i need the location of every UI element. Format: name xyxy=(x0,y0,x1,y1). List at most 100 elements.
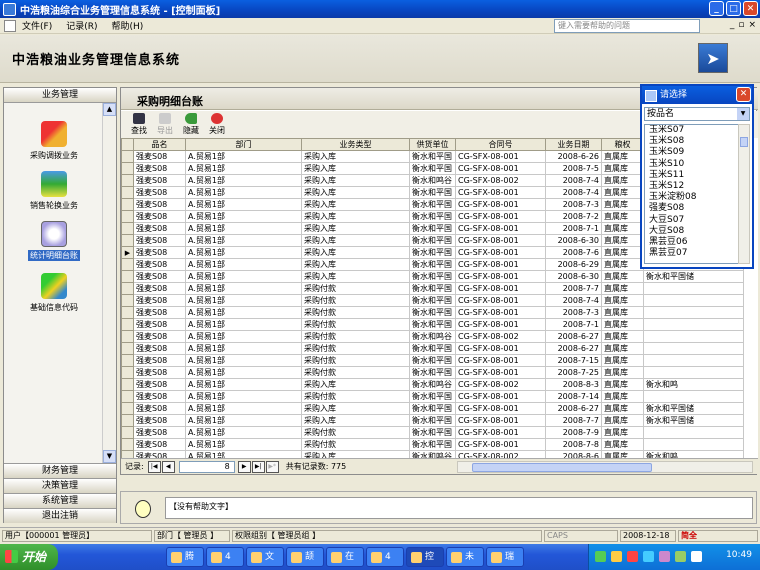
sidebar-finance[interactable]: 财务管理 xyxy=(4,463,116,478)
table-cell[interactable]: 直属库 xyxy=(601,354,644,367)
table-cell[interactable]: 2008-7-3 xyxy=(545,306,602,319)
table-cell[interactable]: 2008-8-6 xyxy=(545,450,602,458)
table-cell[interactable]: CG-SFX-08-001 xyxy=(455,210,546,223)
table-cell[interactable]: 直属库 xyxy=(601,222,644,235)
table-cell[interactable]: 衡水和平国 xyxy=(409,222,456,235)
table-cell[interactable]: 直属库 xyxy=(601,450,644,458)
taskbar-item[interactable]: 文 xyxy=(246,547,284,567)
table-cell[interactable]: 2008-8-3 xyxy=(545,378,602,391)
prev-record-button[interactable]: ◀ xyxy=(161,460,175,473)
table-cell[interactable] xyxy=(643,354,744,367)
table-row[interactable]: 强麦S08 A.贸易1部 采购入库 衡水和鸣谷 CG-SFX-08-002 2008-8-… xyxy=(121,378,744,391)
table-cell[interactable]: 直属库 xyxy=(601,402,644,415)
menu-help[interactable]: 帮助(H) xyxy=(111,19,143,32)
table-cell[interactable]: A.贸易1部 xyxy=(185,294,302,307)
table-cell[interactable]: A.贸易1部 xyxy=(185,354,302,367)
taskbar-item[interactable]: 4 xyxy=(206,547,244,567)
table-cell[interactable]: A.贸易1部 xyxy=(185,246,302,259)
table-row[interactable]: 强麦S08 A.贸易1部 采购付款 衡水和平国 CG-SFX-08-001 2008-6-… xyxy=(121,342,744,355)
taskbar-item-active[interactable]: 控 xyxy=(406,547,444,567)
taskbar-item[interactable]: 颉 xyxy=(286,547,324,567)
sidebar-scrollbar[interactable]: ▲ ▼ xyxy=(102,103,116,463)
table-cell[interactable]: 强麦S08 xyxy=(133,282,186,295)
table-cell[interactable]: CG-SFX-08-001 xyxy=(455,318,546,331)
table-cell[interactable]: 2008-7-1 xyxy=(545,318,602,331)
table-cell[interactable]: 衡水和平国 xyxy=(409,342,456,355)
table-cell[interactable]: 衡水和鸣谷 xyxy=(409,330,456,343)
table-cell[interactable]: A.贸易1部 xyxy=(185,198,302,211)
table-cell[interactable]: 强麦S08 xyxy=(133,378,186,391)
table-cell[interactable]: CG-SFX-08-001 xyxy=(455,426,546,439)
table-cell[interactable]: CG-SFX-08-001 xyxy=(455,402,546,415)
table-cell[interactable]: 2008-7-8 xyxy=(545,438,602,451)
table-cell[interactable]: 直属库 xyxy=(601,414,644,427)
table-cell[interactable]: 直属库 xyxy=(601,318,644,331)
row-selector[interactable] xyxy=(121,378,134,391)
table-cell[interactable]: A.贸易1部 xyxy=(185,186,302,199)
table-cell[interactable]: 直属库 xyxy=(601,258,644,271)
table-cell[interactable] xyxy=(643,282,744,295)
table-cell[interactable]: 直属库 xyxy=(601,270,644,283)
close-button[interactable]: 关闭 xyxy=(205,111,229,138)
row-selector[interactable] xyxy=(121,174,134,187)
table-cell[interactable] xyxy=(643,366,744,379)
table-cell[interactable]: 采购入库 xyxy=(301,162,410,175)
row-selector[interactable] xyxy=(121,306,134,319)
table-cell[interactable]: 强麦S08 xyxy=(133,222,186,235)
table-cell[interactable]: 采购付款 xyxy=(301,318,410,331)
table-cell[interactable]: A.贸易1部 xyxy=(185,402,302,415)
table-cell[interactable]: 强麦S08 xyxy=(133,294,186,307)
table-cell[interactable]: 衡水和平国储 xyxy=(643,414,744,427)
new-record-button[interactable]: ▶* xyxy=(265,460,279,473)
table-cell[interactable]: 强麦S08 xyxy=(133,150,186,163)
table-cell[interactable]: 采购入库 xyxy=(301,246,410,259)
horizontal-scrollbar[interactable] xyxy=(457,461,753,473)
export-button[interactable]: 导出 xyxy=(153,111,177,138)
sidebar-logout[interactable]: 退出注销 xyxy=(4,508,116,523)
row-selector[interactable] xyxy=(121,426,134,439)
table-cell[interactable]: 强麦S08 xyxy=(133,246,186,259)
table-cell[interactable]: 2008-7-4 xyxy=(545,294,602,307)
table-cell[interactable]: A.贸易1部 xyxy=(185,390,302,403)
tray-icon[interactable] xyxy=(627,551,638,562)
table-cell[interactable]: 衡水和鸣 xyxy=(643,378,744,391)
row-selector[interactable] xyxy=(121,162,134,175)
table-cell[interactable]: 强麦S08 xyxy=(133,174,186,187)
list-item[interactable]: 大豆S08 xyxy=(645,226,739,237)
table-cell[interactable]: A.贸易1部 xyxy=(185,162,302,175)
speaker-icon[interactable] xyxy=(691,551,702,562)
table-cell[interactable]: CG-SFX-08-001 xyxy=(455,246,546,259)
table-cell[interactable]: 衡水和鸣谷 xyxy=(409,450,456,458)
table-cell[interactable]: 衡水和平国 xyxy=(409,198,456,211)
table-cell[interactable]: 衡水和平国储 xyxy=(643,402,744,415)
table-cell[interactable]: 强麦S08 xyxy=(133,258,186,271)
list-item[interactable]: 黑芸豆06 xyxy=(645,237,739,248)
table-cell[interactable]: CG-SFX-08-001 xyxy=(455,414,546,427)
table-cell[interactable]: 直属库 xyxy=(601,378,644,391)
table-cell[interactable]: 2008-7-2 xyxy=(545,210,602,223)
table-cell[interactable]: 采购入库 xyxy=(301,258,410,271)
table-cell[interactable]: 衡水和平国 xyxy=(409,306,456,319)
table-cell[interactable]: 直属库 xyxy=(601,342,644,355)
taskbar-item[interactable]: 4 xyxy=(366,547,404,567)
table-cell[interactable]: A.贸易1部 xyxy=(185,150,302,163)
table-cell[interactable]: 衡水和平国 xyxy=(409,402,456,415)
table-row[interactable]: 强麦S08 A.贸易1部 采购付款 衡水和鸣谷 CG-SFX-08-002 2008-6-… xyxy=(121,330,744,343)
row-selector[interactable] xyxy=(121,390,134,403)
mdi-restore-button[interactable]: ▫ xyxy=(738,20,744,30)
table-cell[interactable]: 直属库 xyxy=(601,294,644,307)
scroll-up-arrow-icon[interactable]: ▲ xyxy=(103,103,116,116)
table-cell[interactable]: 采购付款 xyxy=(301,390,410,403)
table-cell[interactable]: 衡水和平国 xyxy=(409,270,456,283)
table-cell[interactable]: 2008-7-4 xyxy=(545,174,602,187)
table-cell[interactable]: 2008-7-4 xyxy=(545,186,602,199)
table-cell[interactable]: 衡水和平国 xyxy=(409,438,456,451)
list-item[interactable]: 黑芸豆07 xyxy=(645,248,739,259)
table-cell[interactable]: CG-SFX-08-001 xyxy=(455,162,546,175)
table-cell[interactable]: 采购入库 xyxy=(301,234,410,247)
table-cell[interactable]: A.贸易1部 xyxy=(185,234,302,247)
table-cell[interactable]: 衡水和平国 xyxy=(409,426,456,439)
table-cell[interactable]: CG-SFX-08-001 xyxy=(455,282,546,295)
table-cell[interactable]: 2008-7-14 xyxy=(545,390,602,403)
table-cell[interactable]: CG-SFX-08-001 xyxy=(455,294,546,307)
